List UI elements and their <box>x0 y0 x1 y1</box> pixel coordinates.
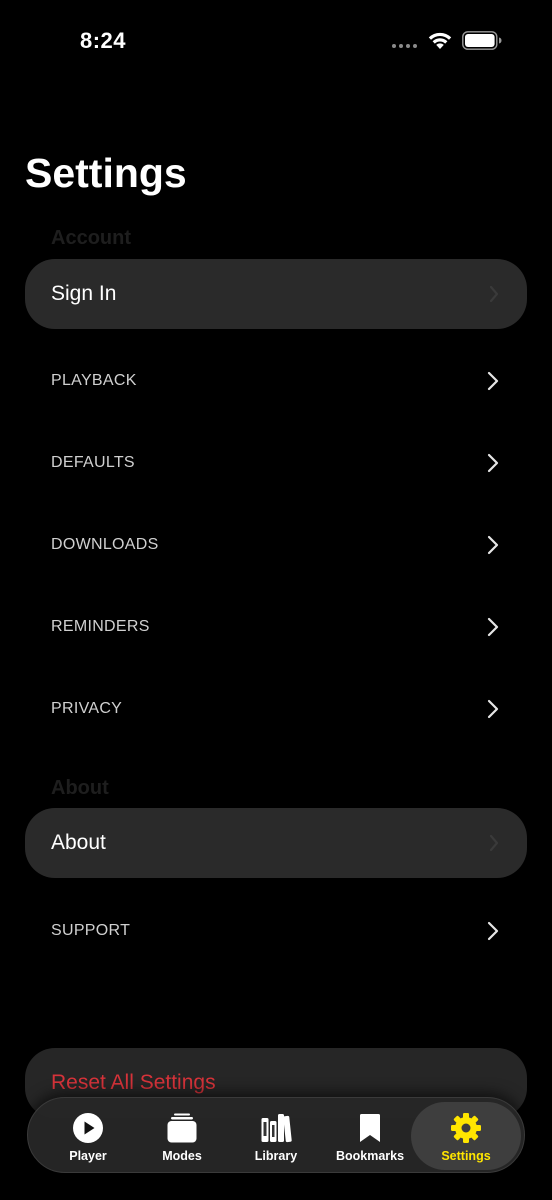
tab-settings[interactable]: Settings <box>411 1102 521 1170</box>
tab-library-label: Library <box>254 1149 298 1163</box>
chevron-right-icon <box>489 285 499 303</box>
play-circle-icon <box>73 1113 103 1143</box>
tab-settings-label: Settings <box>441 1149 491 1163</box>
chevron-right-icon <box>487 921 499 941</box>
support-label: SUPPORT <box>51 922 131 939</box>
tab-bookmarks-label: Bookmarks <box>335 1149 405 1163</box>
reminders-row[interactable]: REMINDERS <box>25 597 527 657</box>
chevron-right-icon <box>487 371 499 391</box>
tab-modes[interactable]: Modes <box>134 1102 230 1170</box>
bookmark-icon <box>360 1114 380 1142</box>
status-bar: 8:24 <box>0 0 552 84</box>
sign-in-label: Sign In <box>51 282 117 305</box>
chevron-right-icon <box>487 617 499 637</box>
downloads-row[interactable]: DOWNLOADS <box>25 515 527 575</box>
about-button[interactable]: About <box>25 808 527 878</box>
playback-row[interactable]: PLAYBACK <box>25 351 527 411</box>
tab-player[interactable]: Player <box>40 1102 136 1170</box>
defaults-row[interactable]: DEFAULTS <box>25 433 527 493</box>
tab-bookmarks[interactable]: Bookmarks <box>322 1102 418 1170</box>
playback-label: PLAYBACK <box>51 372 137 389</box>
chevron-right-icon <box>487 699 499 719</box>
chevron-right-icon <box>487 535 499 555</box>
about-label: About <box>51 831 106 854</box>
chevron-right-icon <box>489 834 499 852</box>
privacy-label: PRIVACY <box>51 700 123 717</box>
cellular-signal-icon <box>392 44 417 48</box>
wifi-icon <box>428 32 452 49</box>
reset-all-settings-label: Reset All Settings <box>51 1071 216 1094</box>
books-icon <box>261 1114 292 1143</box>
sign-in-button[interactable]: Sign In <box>25 259 527 329</box>
tab-modes-label: Modes <box>162 1149 202 1163</box>
status-time: 8:24 <box>80 28 127 53</box>
reminders-label: REMINDERS <box>51 618 150 635</box>
page-title: Settings <box>25 150 187 196</box>
section-header-account: Account <box>51 227 131 249</box>
downloads-label: DOWNLOADS <box>51 536 159 553</box>
chevron-right-icon <box>487 453 499 473</box>
defaults-label: DEFAULTS <box>51 454 135 471</box>
tab-library[interactable]: Library <box>228 1102 324 1170</box>
privacy-row[interactable]: PRIVACY <box>25 679 527 739</box>
support-row[interactable]: SUPPORT <box>25 901 527 961</box>
tab-player-label: Player <box>69 1149 107 1163</box>
battery-icon <box>462 31 502 50</box>
tab-bar: Player Modes Library Bookmarks Settings <box>27 1097 525 1173</box>
gear-icon <box>451 1113 481 1143</box>
stack-icon <box>167 1113 197 1143</box>
section-header-about: About <box>51 777 109 799</box>
